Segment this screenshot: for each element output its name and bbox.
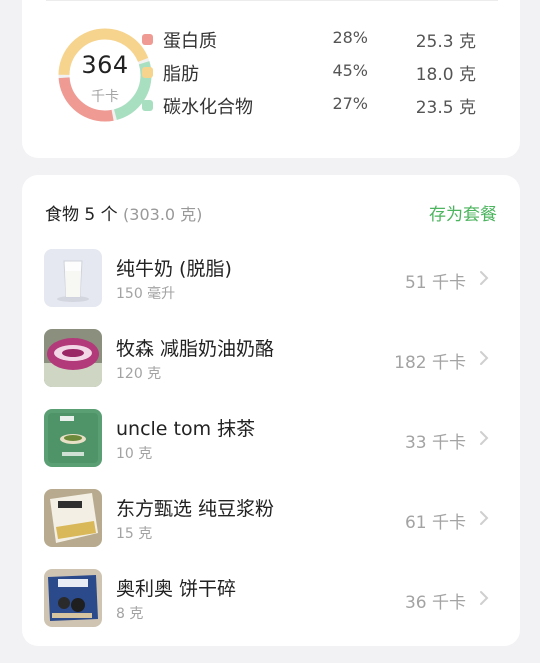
chevron-right-icon [480, 351, 489, 365]
chevron-right-icon [480, 271, 489, 285]
soy-powder-thumbnail [44, 489, 102, 547]
calorie-total: 364 [81, 51, 129, 79]
food-name: 奥利奥 饼干碎 [116, 578, 237, 600]
food-amount: 150 毫升 [116, 286, 176, 302]
food-name: 牧森 减脂奶油奶酪 [116, 338, 275, 360]
food-amount: 8 克 [116, 606, 144, 622]
food-item[interactable]: 奥利奥 饼干碎 8 克 36 千卡 [22, 569, 520, 633]
macro-name: 蛋白质 [163, 31, 217, 52]
chevron-right-icon [480, 511, 489, 525]
oreo-crumbs-thumbnail [44, 569, 102, 627]
food-calories: 61 千卡 [404, 513, 466, 533]
chevron-right-icon [480, 431, 489, 445]
fat-color-dot [142, 67, 153, 78]
food-item[interactable]: 牧森 减脂奶油奶酪 120 克 182 千卡 [22, 329, 520, 393]
macro-percent: 27% [332, 94, 368, 113]
calorie-unit: 千卡 [91, 89, 119, 105]
protein-color-dot [142, 34, 153, 45]
macro-name: 脂肪 [163, 64, 199, 85]
food-name: uncle tom 抹茶 [116, 418, 256, 440]
food-item[interactable]: 东方甄选 纯豆浆粉 15 克 61 千卡 [22, 489, 520, 553]
macro-amount: 23.5 克 [415, 98, 476, 118]
macro-percent: 28% [332, 28, 368, 47]
divider [46, 0, 498, 1]
macro-percent: 45% [332, 61, 368, 80]
macro-row-carbs: 碳水化合物 27% 23.5 克 [142, 91, 482, 119]
macro-row-fat: 脂肪 45% 18.0 克 [142, 58, 482, 86]
milk-glass-thumbnail [44, 249, 102, 307]
food-calories: 33 千卡 [404, 433, 466, 453]
calorie-ring: 364 千卡 [57, 27, 153, 123]
food-item[interactable]: uncle tom 抹茶 10 克 33 千卡 [22, 409, 520, 473]
carbs-color-dot [142, 100, 153, 111]
food-calories: 51 千卡 [404, 273, 466, 293]
macro-name: 碳水化合物 [163, 97, 253, 118]
food-amount: 120 克 [116, 366, 162, 382]
matcha-pack-thumbnail [44, 409, 102, 467]
food-amount: 10 克 [116, 446, 153, 462]
food-calories: 182 千卡 [394, 353, 466, 373]
food-amount: 15 克 [116, 526, 153, 542]
food-total-weight: (303.0 克) [123, 205, 203, 224]
food-count: 食物 5 个 [45, 205, 118, 225]
food-list-header: 食物 5 个 (303.0 克) [45, 200, 202, 225]
cream-cheese-thumbnail [44, 329, 102, 387]
food-item[interactable]: 纯牛奶 (脱脂) 150 毫升 51 千卡 [22, 249, 520, 313]
macro-row-protein: 蛋白质 28% 25.3 克 [142, 25, 482, 53]
food-calories: 36 千卡 [404, 593, 466, 613]
food-name: 纯牛奶 (脱脂) [116, 258, 232, 280]
food-name: 东方甄选 纯豆浆粉 [116, 498, 275, 520]
chevron-right-icon [480, 591, 489, 605]
macro-amount: 18.0 克 [415, 65, 476, 85]
save-as-meal-button[interactable]: 存为套餐 [429, 200, 497, 225]
macro-amount: 25.3 克 [415, 32, 476, 52]
food-list-card: 食物 5 个 (303.0 克) 存为套餐 纯牛奶 (脱脂) 150 毫升 51… [22, 175, 520, 646]
